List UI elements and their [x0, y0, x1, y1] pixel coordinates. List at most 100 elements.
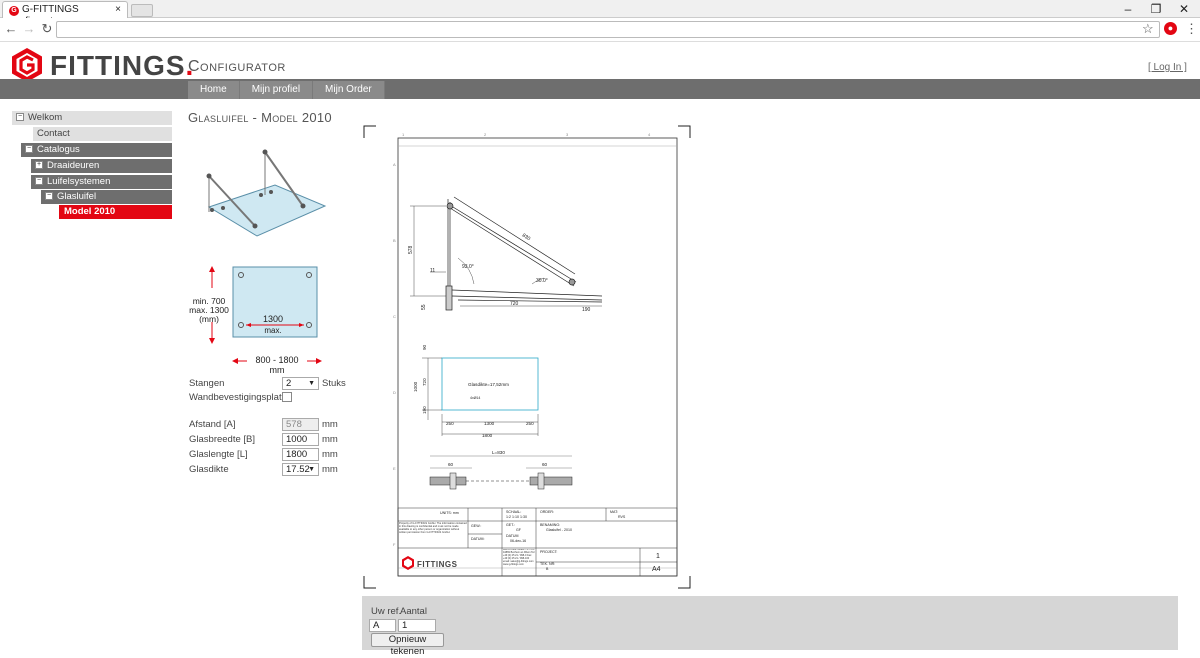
- tb-order-label: ORDER:: [540, 510, 554, 514]
- glaslengte-unit: mm: [322, 449, 338, 460]
- dim-720: 720: [510, 301, 519, 307]
- wandbevestigingsplaten-label: Wandbevestigingsplaten: [189, 392, 293, 403]
- reload-icon[interactable]: ↻: [40, 21, 54, 37]
- glasbreedte-unit: mm: [322, 434, 338, 445]
- collapse-icon[interactable]: −: [35, 177, 43, 186]
- tb-property-wrap: Property of G-FITTINGS GmbH. The informa…: [399, 522, 467, 534]
- afstand-label: Afstand [A]: [189, 419, 236, 430]
- collapse-icon[interactable]: −: [45, 192, 53, 201]
- stangen-label: Stangen: [189, 378, 225, 389]
- bookmark-star-icon[interactable]: ☆: [1142, 21, 1154, 37]
- back-arrow-icon[interactable]: ←: [4, 21, 18, 37]
- tb-teknr-label: TEK. NR:: [540, 562, 555, 566]
- tb-benaming: Glasluifel - 2010: [546, 528, 572, 532]
- minimize-button[interactable]: –: [1118, 1, 1138, 17]
- glass-hole-label: 4xØ14: [470, 396, 480, 400]
- browser-tab[interactable]: GG-FITTINGS configurator ×: [2, 1, 128, 27]
- tree-item-label: Welkom: [28, 112, 63, 123]
- tree-item-model-2010[interactable]: Model 2010: [59, 205, 172, 219]
- expand-icon[interactable]: +: [35, 161, 43, 170]
- tree-item-catalogus[interactable]: − Catalogus: [21, 143, 172, 157]
- new-tab-button[interactable]: [131, 4, 153, 17]
- tb-datum: 06-dec-16: [510, 539, 526, 543]
- stangen-select[interactable]: 2 ▼: [282, 377, 319, 390]
- dim-height: 578: [408, 245, 414, 254]
- tb-benaming-label: BENAMING:: [540, 523, 560, 527]
- tb-schaal: 1:2 1:10 1:30: [506, 515, 527, 519]
- nav-mijn-order[interactable]: Mijn Order: [313, 81, 385, 99]
- ruler-side-d: D: [393, 390, 396, 395]
- ruler-side-c: C: [393, 314, 396, 319]
- ruler-side-a: A: [393, 162, 396, 167]
- forward-arrow-icon[interactable]: →: [22, 21, 36, 37]
- glasbreedte-input[interactable]: 1000: [282, 433, 319, 446]
- glass-inner-dimension-sub: max.: [264, 326, 282, 335]
- glasdikte-unit: mm: [322, 464, 338, 475]
- afstand-input[interactable]: 578: [282, 418, 319, 431]
- tb-mat: RVS: [618, 515, 626, 519]
- tab-close-icon[interactable]: ×: [115, 4, 121, 15]
- tb-units: UNITS: mm: [440, 511, 459, 515]
- stangen-unit: Stuks: [322, 378, 346, 389]
- browser-menu-icon[interactable]: ⋮: [1185, 21, 1198, 37]
- tree-item-label: Draaideuren: [47, 160, 100, 171]
- glasbreedte-label: Glasbreedte [B]: [189, 434, 256, 445]
- aantal-input[interactable]: 1: [398, 619, 436, 632]
- glass-inner-dimension: 1300: [262, 314, 284, 324]
- main-nav: Home Mijn profiel Mijn Order: [188, 81, 385, 99]
- nav-mijn-profiel[interactable]: Mijn profiel: [239, 81, 314, 99]
- glasdikte-value: 17.52: [286, 464, 310, 475]
- dim-55: 55: [421, 304, 427, 310]
- tree-item-contact[interactable]: Contact: [33, 127, 172, 141]
- dim-glass-height: 1000: [413, 381, 418, 392]
- tree-item-label: Contact: [37, 128, 70, 139]
- page-title: Glasluifel - Model 2010: [188, 110, 332, 125]
- nav-strip: [0, 79, 1200, 99]
- height-range-label: min. 700 max. 1300 (mm): [189, 296, 229, 324]
- favicon-icon: G: [9, 6, 19, 16]
- aantal-label: Aantal: [400, 606, 427, 617]
- ref-input[interactable]: A: [369, 619, 396, 632]
- dim-glass-250a: 250: [446, 421, 454, 426]
- tb-address: Metro-Cube-Straße 74-74 D-44869 Bochum a…: [503, 549, 536, 566]
- url-input[interactable]: [56, 21, 1160, 38]
- tree-item-draaideuren[interactable]: + Draaideuren: [31, 159, 172, 173]
- glasdikte-select[interactable]: 17.52 ▼: [282, 463, 319, 476]
- collapse-icon[interactable]: −: [25, 145, 33, 154]
- logo-text: FITTINGS.: [50, 50, 194, 82]
- tb-schaal-label: SCHAAL:: [506, 510, 521, 514]
- width-range-label: 800 - 1800 mm: [255, 355, 299, 375]
- nav-home[interactable]: Home: [188, 81, 240, 99]
- browser-tab-bar: [0, 0, 1200, 18]
- dim-glass-250b: 250: [526, 421, 534, 426]
- dim-angle-1: 93.0°: [462, 264, 474, 270]
- app-title: Configurator: [188, 58, 286, 75]
- dim-rod-length: L=830: [492, 450, 505, 455]
- tree-item-luifelsystemen[interactable]: − Luifelsystemen: [31, 175, 172, 189]
- glaslengte-input[interactable]: 1800: [282, 448, 319, 461]
- tb-size: A4: [652, 566, 661, 573]
- restore-button[interactable]: ❐: [1146, 1, 1166, 17]
- dim-glass-90: 90: [422, 344, 427, 350]
- dim-glass-1300: 1300: [484, 421, 495, 426]
- tb-get: GF: [516, 528, 522, 532]
- chevron-down-icon: ▼: [308, 380, 315, 387]
- dim-rod-60b: 60: [542, 462, 548, 467]
- tree-item-glasluifel[interactable]: − Glasluifel: [41, 190, 172, 204]
- ruler-top-4: 4: [648, 132, 651, 137]
- tb-address-wrap: Metro-Cube-Straße 74-74 D-44869 Bochum a…: [503, 549, 536, 566]
- technical-drawing: 1 2 3 4 A B C D E F 830 578 93.0° 30.0° …: [363, 125, 691, 589]
- logo-icon: [12, 48, 42, 82]
- tree-item-welkom[interactable]: − Welkom: [12, 111, 172, 125]
- collapse-icon[interactable]: −: [16, 113, 24, 122]
- login-link[interactable]: [ Log In ]: [1148, 62, 1187, 73]
- extension-icon[interactable]: ●: [1164, 22, 1177, 35]
- close-window-button[interactable]: ✕: [1174, 1, 1194, 17]
- glasdikte-label: Glasdikte: [189, 464, 229, 475]
- ruler-side-e: E: [393, 466, 396, 471]
- redraw-button[interactable]: Opnieuw tekenen: [371, 633, 444, 657]
- wandbevestigingsplaten-checkbox[interactable]: [282, 392, 292, 402]
- login-wrapper: [ Log In ]: [1148, 62, 1187, 73]
- ruler-top-2: 2: [484, 132, 487, 137]
- order-panel: [362, 596, 1178, 650]
